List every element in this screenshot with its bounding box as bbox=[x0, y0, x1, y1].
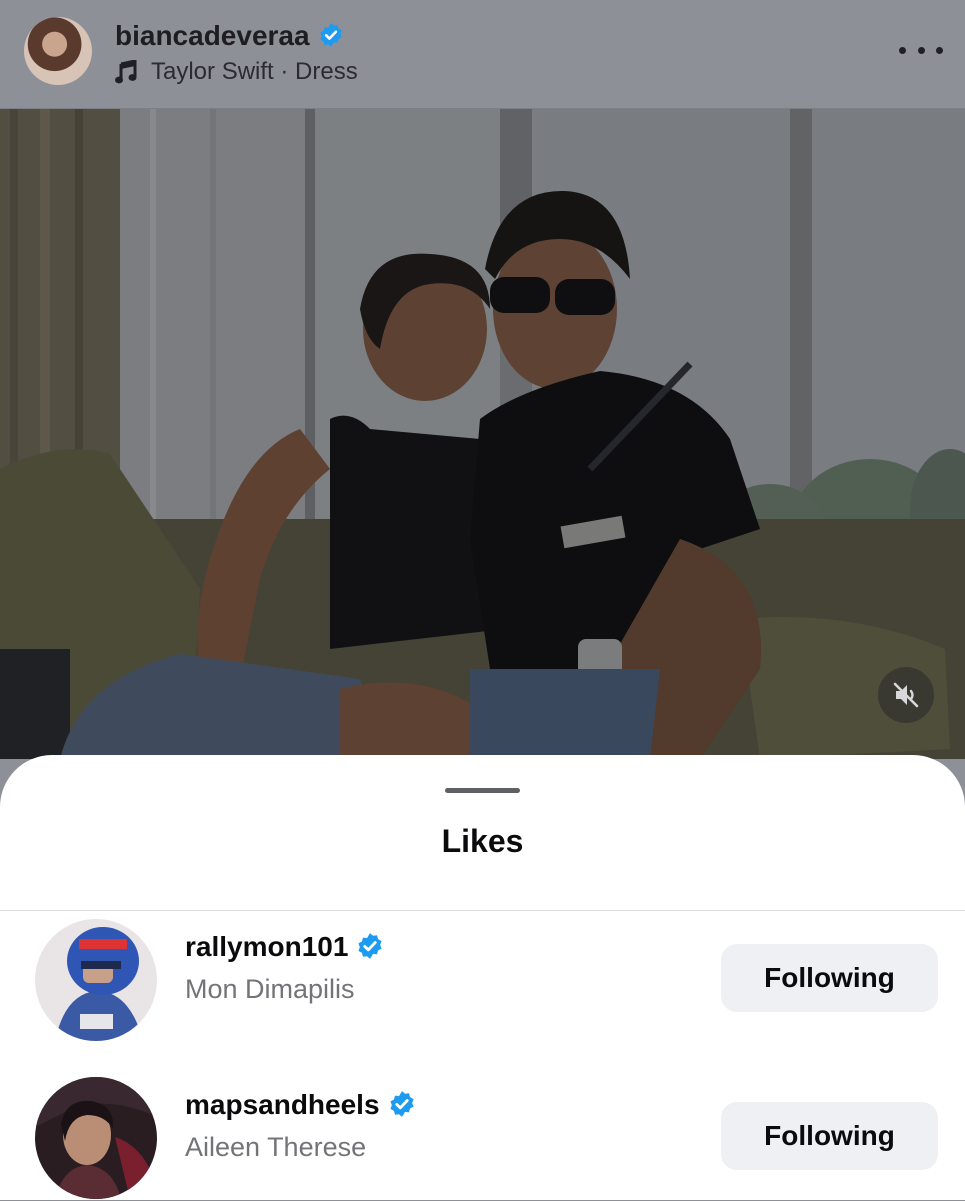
avatar-image bbox=[35, 919, 157, 1041]
avatar[interactable] bbox=[35, 919, 157, 1041]
post-photo bbox=[0, 109, 965, 759]
mute-button[interactable] bbox=[878, 667, 934, 723]
sheet-title: Likes bbox=[441, 823, 524, 859]
post-author-username[interactable]: biancadeveraa bbox=[115, 18, 344, 54]
post-username-text: biancadeveraa bbox=[115, 20, 310, 51]
divider bbox=[0, 910, 965, 911]
user-username[interactable]: mapsandheels bbox=[185, 1087, 416, 1123]
sheet-drag-handle[interactable] bbox=[445, 788, 520, 793]
user-full-name: Aileen Therese bbox=[185, 1132, 367, 1162]
verified-badge-icon bbox=[389, 1090, 414, 1117]
user-full-name: Mon Dimapilis bbox=[185, 974, 355, 1004]
music-note-icon bbox=[115, 60, 137, 84]
following-button[interactable]: Following bbox=[721, 944, 938, 1012]
post-header: biancadeveraa Taylor Swift · Dress bbox=[0, 0, 965, 109]
list-item[interactable]: rallymon101 Mon Dimapilis Following bbox=[0, 919, 965, 1043]
more-options-icon[interactable] bbox=[899, 30, 943, 70]
avatar-image bbox=[35, 1077, 157, 1199]
post-media[interactable] bbox=[0, 109, 965, 759]
list-item[interactable]: mapsandheels Aileen Therese Following bbox=[0, 1077, 965, 1201]
username-text: rallymon101 bbox=[185, 931, 349, 962]
post-author-avatar[interactable] bbox=[24, 17, 92, 85]
muted-speaker-icon bbox=[893, 682, 919, 708]
verified-badge-icon bbox=[358, 932, 382, 959]
following-button[interactable]: Following bbox=[721, 1102, 938, 1170]
post-audio-text: Taylor Swift · Dress bbox=[151, 58, 358, 85]
user-username[interactable]: rallymon101 bbox=[185, 929, 384, 965]
post-audio-link[interactable]: Taylor Swift · Dress bbox=[115, 56, 358, 88]
likes-sheet: Likes rallymon101 Mon Dimapilis Followin… bbox=[0, 755, 965, 1200]
username-text: mapsandheels bbox=[185, 1089, 380, 1120]
verified-badge-icon bbox=[319, 22, 342, 47]
avatar[interactable] bbox=[35, 1077, 157, 1199]
